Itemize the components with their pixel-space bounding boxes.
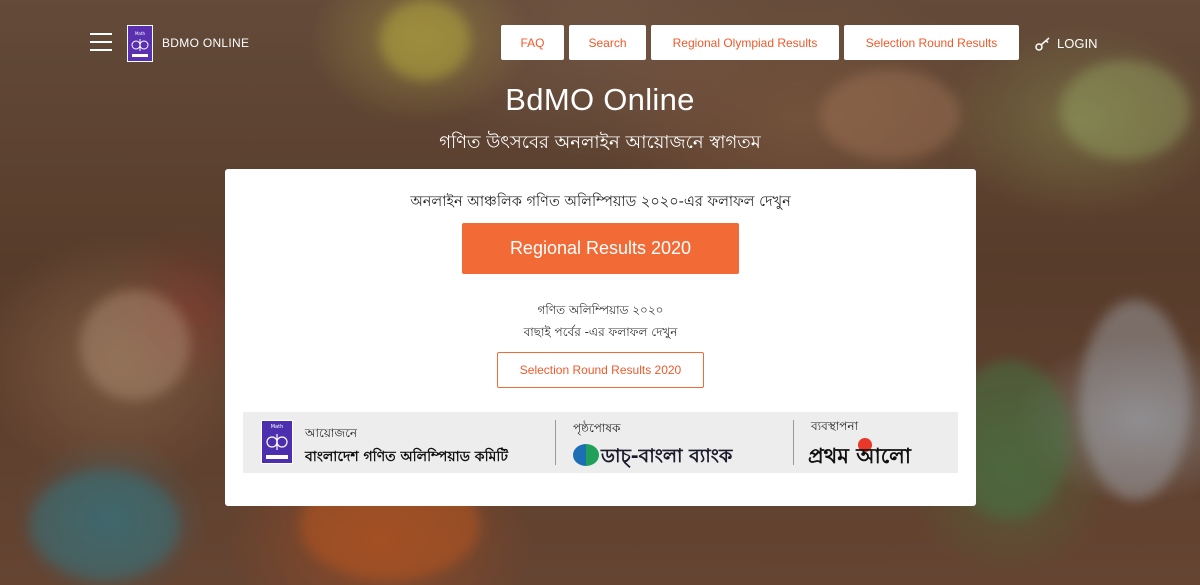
login-link[interactable]: LOGIN: [1035, 36, 1097, 51]
hero-subtitle: গণিত উৎসবের অনলাইন আয়োজনে স্বাগতম: [439, 132, 761, 153]
key-icon: [1035, 36, 1050, 51]
search-button[interactable]: Search: [569, 25, 646, 60]
manager-label: ব্যবস্থাপনা: [811, 419, 859, 433]
regional-olympiad-results-button[interactable]: Regional Olympiad Results: [651, 25, 839, 60]
dutch-bangla-bank-logo-icon: [573, 444, 599, 466]
sponsor-banner: Math আয়োজনে বাংলাদেশ গণিত অলিম্পিয়াড ক…: [243, 412, 958, 473]
sponsor-label: পৃষ্ঠপোষক: [573, 421, 621, 435]
faq-button[interactable]: FAQ: [501, 25, 564, 60]
brand-name[interactable]: BDMO ONLINE: [162, 36, 249, 50]
selection-round-results-2020-button[interactable]: Selection Round Results 2020: [497, 352, 704, 388]
sponsor-divider: [793, 420, 794, 465]
regional-results-2020-button[interactable]: Regional Results 2020: [462, 223, 739, 274]
hamburger-menu-icon[interactable]: [90, 33, 112, 51]
selection-heading-line1: গণিত অলিম্পিয়াড ২০২০: [537, 303, 664, 317]
sponsor-divider: [555, 420, 556, 465]
hero-title: BdMO Online: [505, 82, 695, 117]
math-olympiad-emblem-icon: Math: [266, 424, 288, 459]
math-olympiad-emblem-icon: Math: [131, 31, 149, 57]
manager-name: প্রথম আলো: [808, 444, 911, 468]
bdmo-logo[interactable]: Math: [127, 25, 153, 62]
top-navbar: Math BDMO ONLINE FAQ Search Regional Oly…: [0, 0, 1200, 90]
results-card: অনলাইন আঞ্চলিক গণিত অলিম্পিয়াড ২০২০-এর …: [225, 169, 976, 506]
svg-text:Math: Math: [271, 424, 284, 430]
organizer-label: আয়োজনে: [305, 426, 358, 440]
svg-text:Math: Math: [135, 31, 145, 36]
bdmo-committee-logo: Math: [261, 420, 293, 464]
sponsor-name: ডাচ্-বাংলা ব্যাংক: [601, 445, 733, 467]
selection-round-results-button[interactable]: Selection Round Results: [844, 25, 1019, 60]
organizer-name: বাংলাদেশ গণিত অলিম্পিয়াড কমিটি: [305, 449, 509, 465]
regional-results-heading: অনলাইন আঞ্চলিক গণিত অলিম্পিয়াড ২০২০-এর …: [410, 194, 791, 210]
selection-heading-line2: বাছাই পর্বের -এর ফলাফল দেখুন: [523, 325, 678, 339]
login-label: LOGIN: [1057, 36, 1098, 51]
